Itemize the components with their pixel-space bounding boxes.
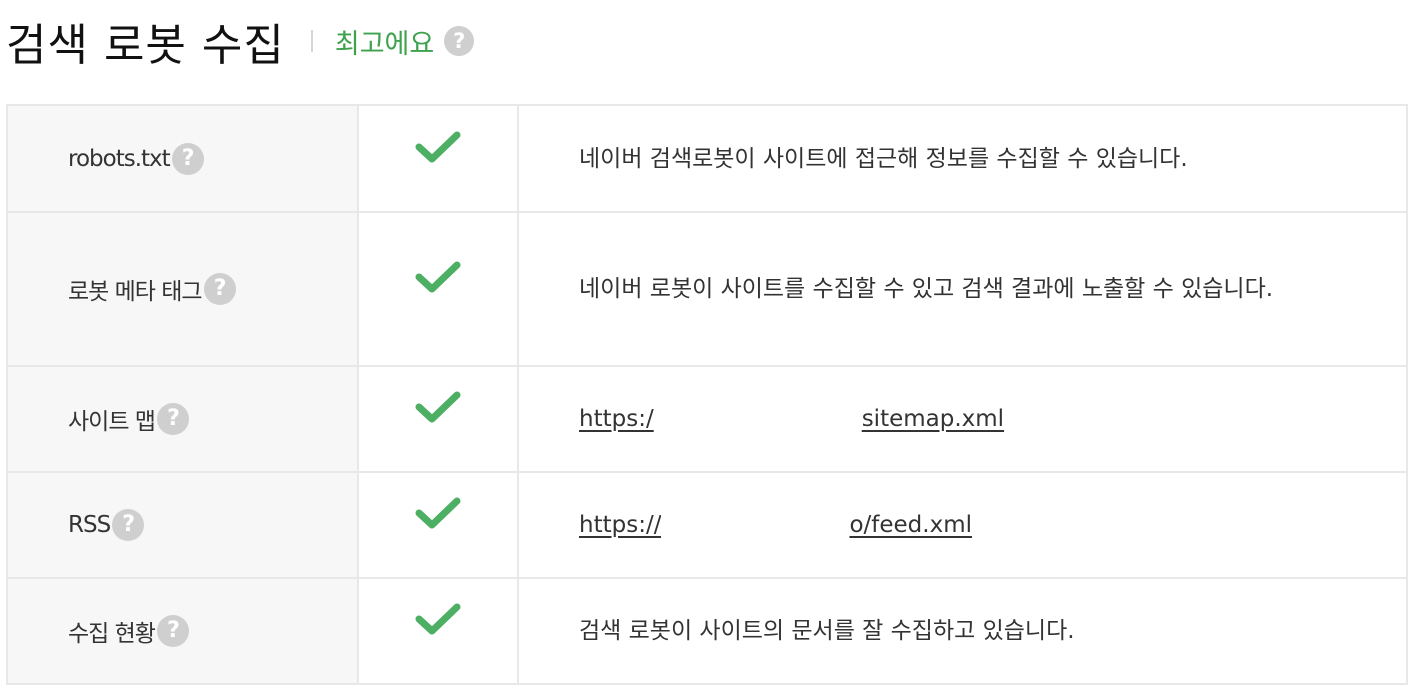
link-start[interactable]: https:/ xyxy=(579,406,654,432)
row-description: 네이버 로봇이 사이트를 수집할 수 있고 검색 결과에 노출할 수 있습니다. xyxy=(579,276,1274,302)
title-divider xyxy=(310,30,313,52)
label-cell: 수집 현황 ? xyxy=(6,577,359,685)
row-label: robots.txt xyxy=(68,145,171,172)
status-cell xyxy=(357,471,519,579)
help-icon[interactable]: ? xyxy=(112,509,145,541)
check-icon xyxy=(415,603,461,635)
redacted-area xyxy=(653,403,862,435)
label-cell: RSS ? xyxy=(6,471,359,579)
status-cell xyxy=(357,211,519,367)
page-title: 검색 로봇 수집 xyxy=(6,20,285,71)
row-label: 사이트 맵 xyxy=(68,409,156,435)
label-cell: robots.txt ? xyxy=(6,104,359,213)
help-icon[interactable]: ? xyxy=(203,273,236,305)
help-icon[interactable]: ? xyxy=(156,615,189,647)
link-end[interactable]: sitemap.xml xyxy=(862,406,1004,432)
check-icon xyxy=(415,497,461,529)
status-cell xyxy=(357,104,519,213)
help-icon[interactable]: ? xyxy=(171,142,204,175)
row-description: 검색 로봇이 사이트의 문서를 잘 수집하고 있습니다. xyxy=(579,618,1075,644)
help-icon[interactable]: ? xyxy=(444,26,475,56)
check-icon xyxy=(415,391,461,423)
crawl-results-table: robots.txt ? 네이버 검색로봇이 사이트에 접근해 정보를 수집할 … xyxy=(6,104,1408,685)
redacted-area xyxy=(661,509,850,541)
row-label: RSS xyxy=(68,512,111,538)
status-cell xyxy=(357,365,519,473)
rating-status: 최고에요 xyxy=(334,28,435,60)
description-cell: 네이버 로봇이 사이트를 수집할 수 있고 검색 결과에 노출할 수 있습니다. xyxy=(517,211,1408,367)
check-icon xyxy=(415,261,461,293)
status-cell xyxy=(357,577,519,685)
row-description: 네이버 검색로봇이 사이트에 접근해 정보를 수집할 수 있습니다. xyxy=(579,145,1188,172)
description-cell: 네이버 검색로봇이 사이트에 접근해 정보를 수집할 수 있습니다. xyxy=(517,104,1408,213)
table-row: RSS ? https:// o/feed.xml xyxy=(6,471,1408,579)
row-label: 로봇 메타 태그 xyxy=(68,279,203,305)
header: 검색 로봇 수집 최고에요 ? xyxy=(6,6,475,76)
check-icon xyxy=(415,131,461,162)
table-row: 수집 현황 ? 검색 로봇이 사이트의 문서를 잘 수집하고 있습니다. xyxy=(6,577,1408,685)
table-row: 로봇 메타 태그 ? 네이버 로봇이 사이트를 수집할 수 있고 검색 결과에 … xyxy=(6,211,1408,367)
label-cell: 사이트 맵 ? xyxy=(6,365,359,473)
rss-link[interactable]: https:// o/feed.xml xyxy=(579,509,1366,541)
sitemap-link[interactable]: https:/ sitemap.xml xyxy=(579,403,1366,435)
label-cell: 로봇 메타 태그 ? xyxy=(6,211,359,367)
table-row: 사이트 맵 ? https:/ sitemap.xml xyxy=(6,365,1408,473)
link-end[interactable]: o/feed.xml xyxy=(849,512,972,538)
row-label: 수집 현황 xyxy=(68,621,156,647)
description-cell: https:/ sitemap.xml xyxy=(517,365,1408,473)
description-cell: 검색 로봇이 사이트의 문서를 잘 수집하고 있습니다. xyxy=(517,577,1408,685)
help-icon[interactable]: ? xyxy=(156,403,189,435)
link-start[interactable]: https:// xyxy=(579,512,661,538)
description-cell: https:// o/feed.xml xyxy=(517,471,1408,579)
table-row: robots.txt ? 네이버 검색로봇이 사이트에 접근해 정보를 수집할 … xyxy=(6,104,1408,213)
